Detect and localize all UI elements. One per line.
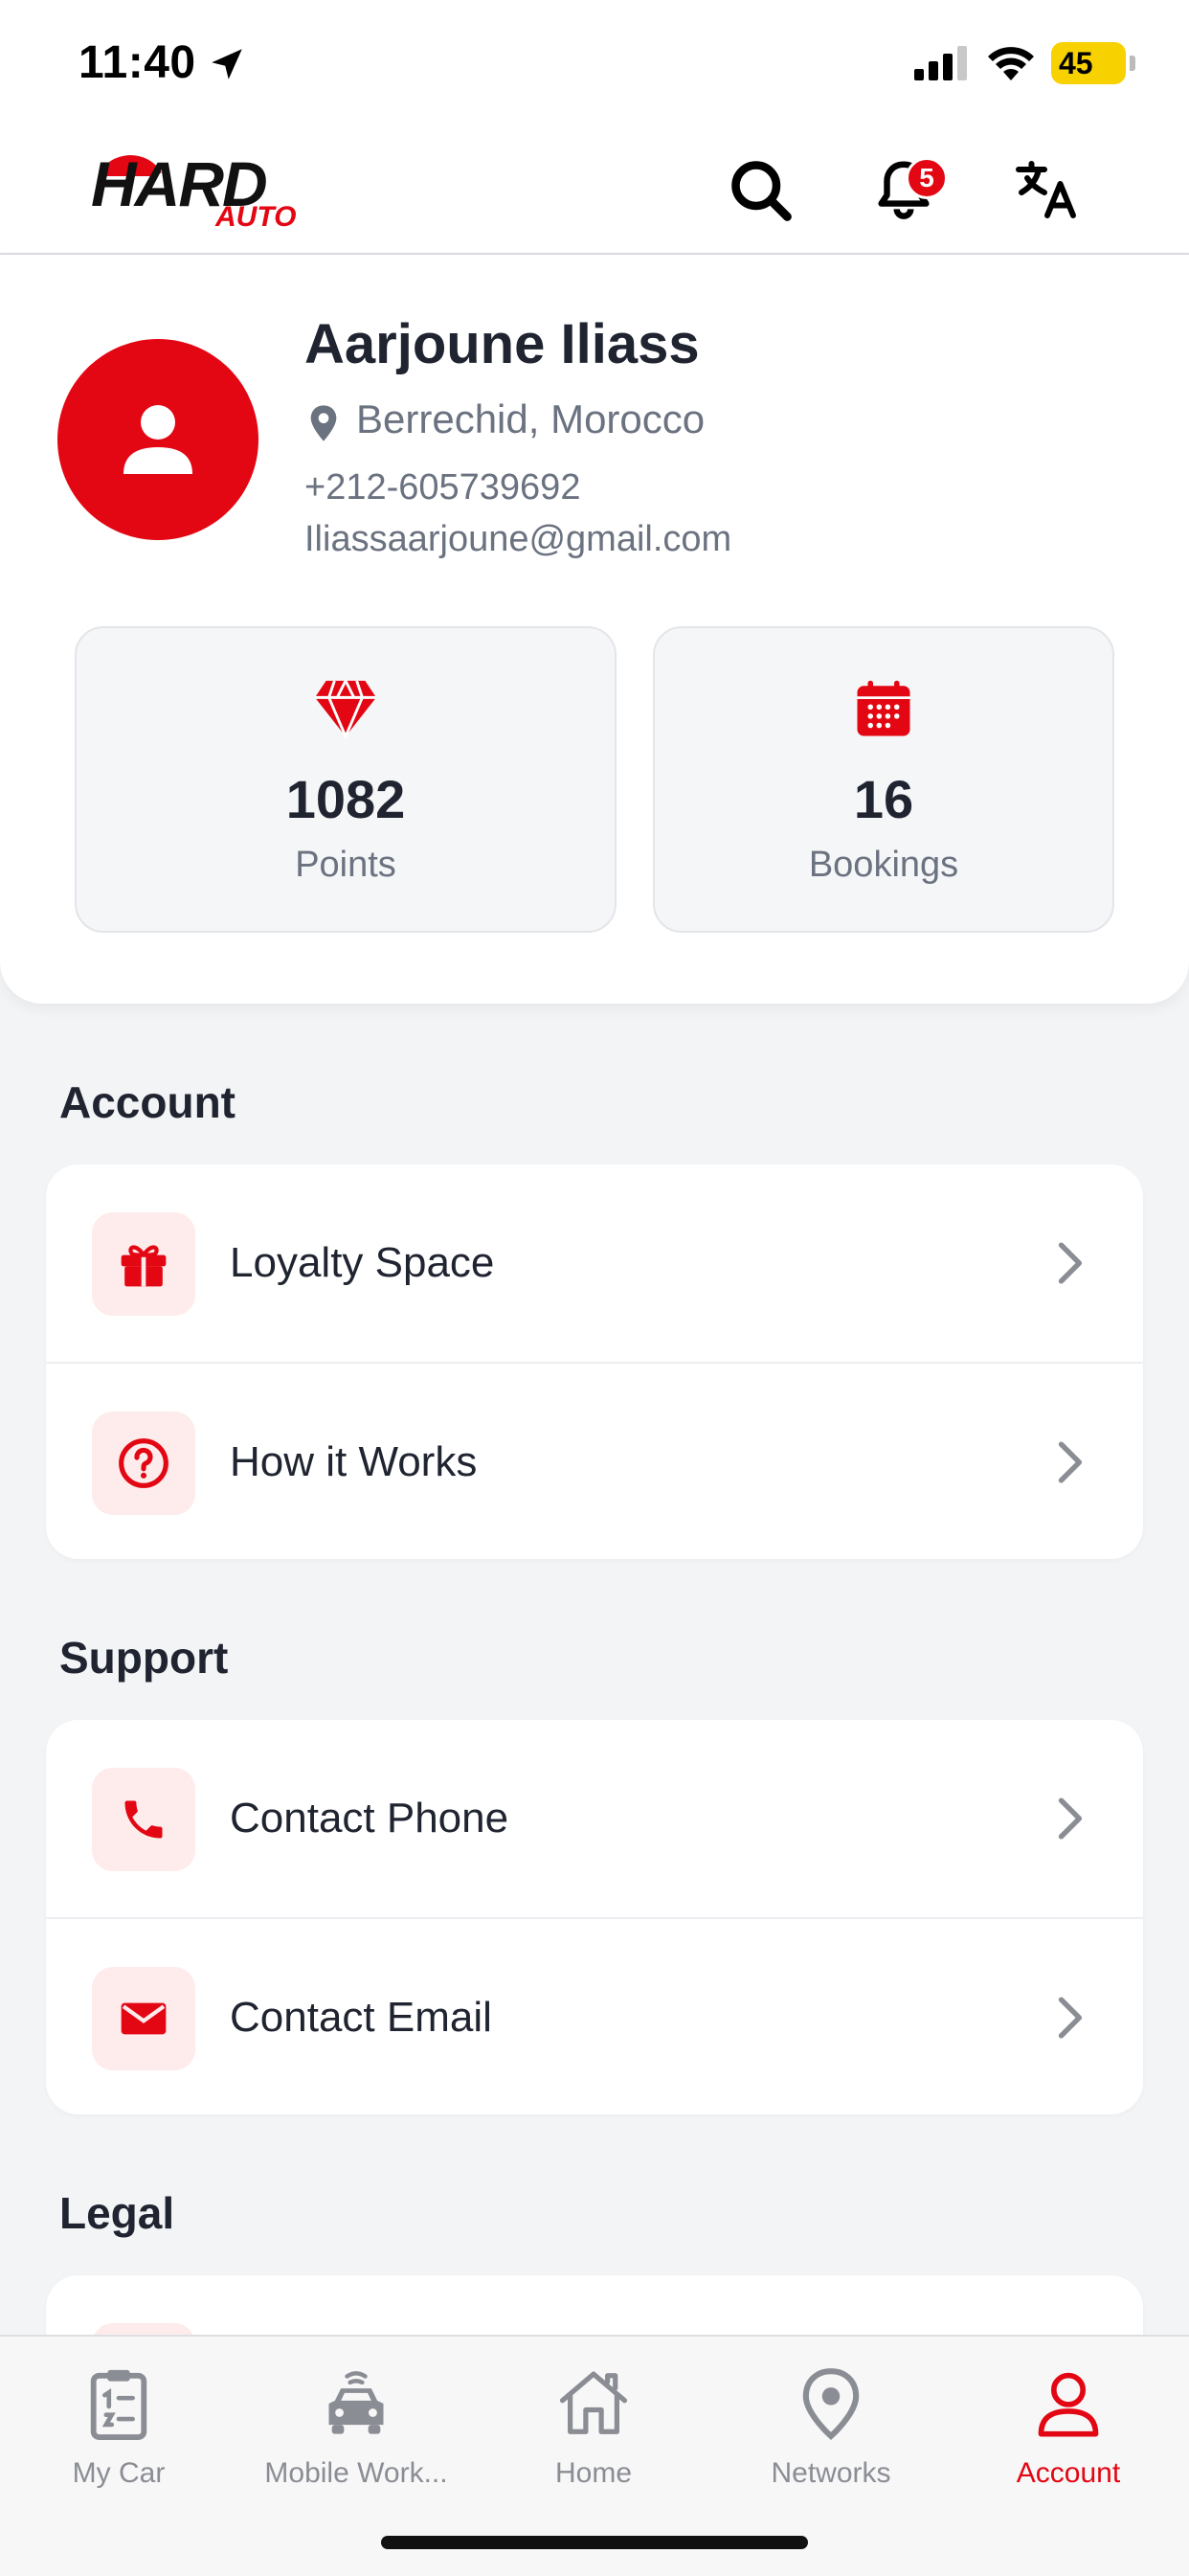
chevron-right-icon bbox=[1058, 1797, 1083, 1840]
search-icon bbox=[731, 161, 792, 221]
diamond-icon bbox=[315, 680, 376, 739]
location-arrow-icon bbox=[212, 49, 242, 79]
tab-label: Networks bbox=[771, 2457, 891, 2489]
home-indicator[interactable] bbox=[381, 2536, 808, 2549]
row-icon-bg bbox=[92, 1768, 195, 1871]
section-title-support: Support bbox=[59, 1633, 229, 1683]
account-group: Loyalty Space How it Works bbox=[46, 1164, 1143, 1559]
section-title-legal: Legal bbox=[59, 2188, 175, 2238]
chevron-right-icon bbox=[1058, 1997, 1083, 2039]
status-bar: 11:40 45 bbox=[0, 0, 1189, 124]
home-icon bbox=[559, 2371, 628, 2434]
profile-location: Berrechid, Morocco bbox=[356, 396, 706, 441]
avatar[interactable] bbox=[57, 339, 258, 540]
phone-icon bbox=[124, 1800, 163, 1839]
row-icon-bg bbox=[92, 1212, 195, 1316]
profile-phone: +212-605739692 bbox=[304, 467, 581, 508]
points-label: Points bbox=[295, 845, 396, 885]
car-icon bbox=[328, 2371, 384, 2434]
app-header: HARD AUTO 5 bbox=[0, 124, 1189, 255]
bookings-card[interactable]: 16 Bookings bbox=[653, 626, 1114, 933]
menu-item-loyalty-space[interactable]: Loyalty Space bbox=[46, 1164, 1143, 1364]
battery-level: 45 bbox=[1059, 46, 1093, 80]
search-button[interactable] bbox=[722, 151, 798, 228]
menu-item-contact-email[interactable]: Contact Email bbox=[46, 1919, 1143, 2114]
bookings-value: 16 bbox=[853, 769, 914, 829]
menu-item-how-it-works[interactable]: How it Works bbox=[46, 1364, 1143, 1559]
battery-indicator: 45 bbox=[1051, 42, 1126, 84]
profile-name: Aarjoune Iliass bbox=[304, 313, 700, 375]
section-title-account: Account bbox=[59, 1077, 236, 1127]
clipboard-icon bbox=[90, 2369, 147, 2440]
signal-icon bbox=[914, 46, 967, 80]
map-pin-icon bbox=[802, 2368, 860, 2440]
tab-my-car[interactable]: My Car bbox=[0, 2356, 237, 2490]
chevron-right-icon bbox=[1058, 1242, 1083, 1284]
contact-phone-label: Contact Phone bbox=[230, 1795, 509, 1842]
tab-home[interactable]: Home bbox=[475, 2356, 712, 2490]
profile-card: Aarjoune Iliass Berrechid, Morocco +212-… bbox=[0, 255, 1189, 1004]
calendar-icon bbox=[857, 680, 910, 736]
contact-email-label: Contact Email bbox=[230, 1994, 492, 2041]
wifi-icon bbox=[988, 47, 1034, 80]
tab-networks[interactable]: Networks bbox=[712, 2356, 950, 2490]
status-time: 11:40 bbox=[79, 37, 196, 88]
profile-email: Iliassaarjoune@gmail.com bbox=[304, 519, 732, 559]
mail-icon bbox=[121, 2002, 167, 2035]
row-icon-bg bbox=[92, 1967, 195, 2070]
translate-button[interactable] bbox=[1009, 151, 1086, 228]
battery-tip bbox=[1130, 56, 1135, 71]
row-icon-bg bbox=[92, 1412, 195, 1515]
points-value: 1082 bbox=[285, 769, 406, 829]
user-avatar-icon bbox=[123, 405, 192, 474]
user-icon bbox=[1038, 2372, 1099, 2437]
hard-auto-logo[interactable]: HARD AUTO bbox=[91, 144, 311, 239]
chevron-right-icon bbox=[1058, 1441, 1083, 1483]
question-icon bbox=[119, 1438, 168, 1488]
notification-badge: 5 bbox=[906, 157, 948, 199]
support-group: Contact Phone Contact Email bbox=[46, 1720, 1143, 2114]
tab-account[interactable]: Account bbox=[950, 2356, 1187, 2490]
tab-label: Account bbox=[1016, 2457, 1121, 2489]
menu-item-contact-phone[interactable]: Contact Phone bbox=[46, 1720, 1143, 1919]
loyalty-space-label: Loyalty Space bbox=[230, 1239, 495, 1286]
location-pin-icon bbox=[310, 405, 337, 441]
tab-label: Mobile Work... bbox=[264, 2457, 448, 2489]
points-card[interactable]: 1082 Points bbox=[75, 626, 617, 933]
notifications-button[interactable]: 5 bbox=[865, 151, 948, 228]
how-it-works-label: How it Works bbox=[230, 1438, 478, 1485]
tab-label: Home bbox=[554, 2457, 633, 2489]
tab-mobile-workshop[interactable]: Mobile Work... bbox=[237, 2356, 475, 2490]
logo-subtext: AUTO bbox=[215, 201, 297, 233]
translate-icon bbox=[1016, 161, 1076, 218]
gift-icon bbox=[121, 1245, 167, 1287]
bookings-label: Bookings bbox=[808, 845, 959, 885]
tab-label: My Car bbox=[72, 2457, 166, 2489]
